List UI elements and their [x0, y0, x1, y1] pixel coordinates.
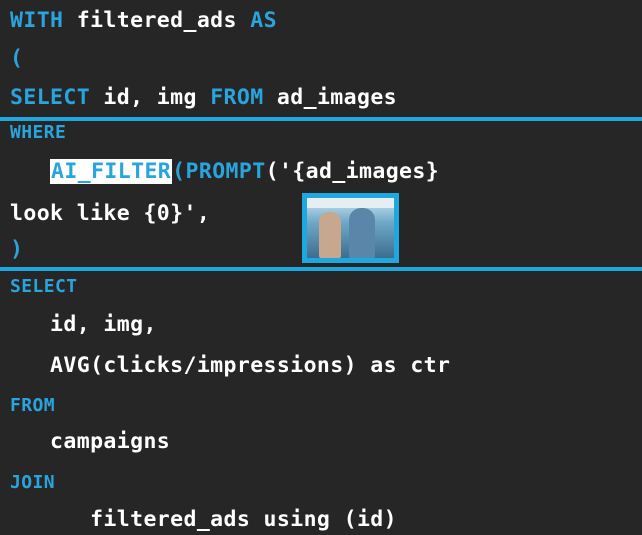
code-line-3: SELECT id, img FROM ad_images — [10, 83, 397, 113]
close-paren: ) — [10, 237, 24, 262]
paren: ( — [172, 159, 186, 184]
ad-image-thumbnail-icon — [302, 193, 399, 263]
table-name: ad_images — [263, 85, 398, 110]
sql-code-view: WITH filtered_ads AS ( SELECT id, img FR… — [0, 0, 642, 535]
keyword-from: FROM — [210, 85, 264, 110]
code-line-11: FROM — [10, 393, 55, 418]
select-columns: id, img, — [10, 312, 157, 337]
keyword-from: FROM — [10, 395, 55, 416]
code-line-14: filtered_ads using (id) — [10, 505, 397, 535]
keyword-with: WITH — [10, 8, 64, 33]
code-line-12: campaigns — [10, 427, 170, 457]
join-clause: filtered_ads using (id) — [10, 507, 397, 532]
separator-line — [0, 117, 642, 121]
table-name: campaigns — [10, 429, 171, 454]
code-line-13: JOIN — [10, 470, 55, 495]
cte-name: filtered_ads — [63, 8, 251, 33]
keyword-join: JOIN — [10, 472, 55, 493]
prompt-continuation: look like {0}', — [10, 201, 211, 226]
aggregate-expression: AVG(clicks/impressions) as ctr — [10, 353, 451, 378]
code-line-10: AVG(clicks/impressions) as ctr — [10, 351, 450, 381]
function-prompt: PROMPT — [185, 159, 266, 184]
code-line-5: AI_FILTER(PROMPT('{ad_images} — [10, 157, 439, 187]
function-ai-filter: AI_FILTER — [50, 159, 173, 184]
open-paren: ( — [10, 46, 24, 71]
code-line-7: ) — [10, 238, 23, 262]
code-line-1: WITH filtered_ads AS — [10, 6, 277, 36]
code-line-8: SELECT — [10, 274, 77, 299]
code-line-2: ( — [10, 44, 23, 74]
select-columns: id, img — [90, 85, 211, 110]
code-line-9: id, img, — [10, 310, 157, 340]
keyword-as: AS — [250, 8, 277, 33]
keyword-select: SELECT — [10, 276, 78, 297]
keyword-select: SELECT — [10, 85, 91, 110]
prompt-template: ('{ad_images} — [265, 159, 440, 184]
keyword-where: WHERE — [10, 122, 67, 143]
separator-line — [0, 267, 642, 271]
code-line-4: WHERE — [10, 120, 66, 145]
